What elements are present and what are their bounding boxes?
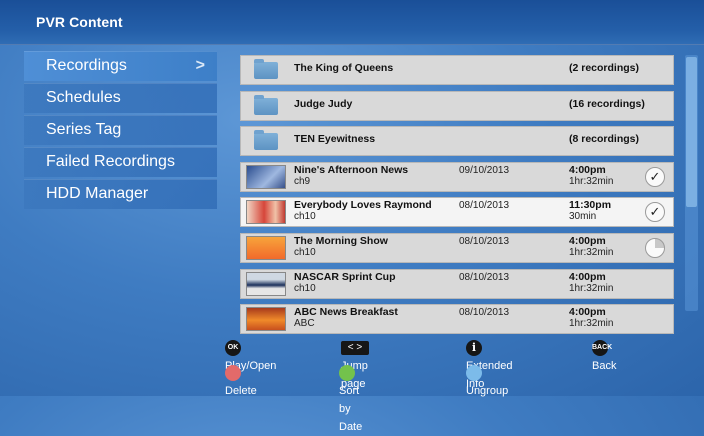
- legend-ungroup[interactable]: Ungroup: [466, 364, 508, 397]
- menu-item-label: HDD Manager: [46, 185, 149, 202]
- recording-row[interactable]: Everybody Loves Raymond ch10 08/10/2013 …: [240, 197, 674, 228]
- title-bar: PVR Content: [0, 0, 704, 45]
- partial-watched-icon: [645, 237, 665, 258]
- legend-sort-by-date[interactable]: Sort by Date: [339, 364, 363, 433]
- folder-row[interactable]: Judge Judy (16 recordings): [240, 90, 674, 121]
- menu-item-schedules[interactable]: Schedules: [24, 83, 217, 113]
- legend-extended-info[interactable]: iExtended Info: [466, 339, 512, 390]
- row-title: NASCAR Sprint Cup: [294, 270, 396, 283]
- folder-icon: [254, 59, 278, 79]
- recording-row[interactable]: NASCAR Sprint Cup ch10 08/10/2013 4:00pm…: [240, 268, 674, 299]
- jump-arrows-icon: < >: [341, 341, 369, 356]
- legend-delete[interactable]: Delete: [225, 364, 257, 397]
- recording-date: 08/10/2013: [459, 307, 510, 319]
- thumbnail-image: [246, 307, 286, 332]
- sidebar-menu: Recordings > Schedules Series Tag Failed…: [24, 51, 217, 211]
- info-icon: i: [466, 340, 482, 357]
- recording-time: 4:00pm: [569, 270, 606, 283]
- recording-duration: 1hr:32min: [569, 175, 614, 187]
- red-button-icon: [225, 365, 241, 382]
- legend-label: Delete: [225, 385, 257, 397]
- legend-label: Ungroup: [466, 385, 509, 397]
- recording-duration: 1hr:32min: [569, 246, 614, 258]
- recording-count: (16 recordings): [569, 97, 645, 110]
- row-title: Nine's Afternoon News: [294, 163, 409, 176]
- menu-item-label: Recordings: [46, 57, 127, 74]
- recording-count: (8 recordings): [569, 133, 640, 146]
- row-title: The Morning Show: [294, 234, 388, 247]
- recording-duration: 1hr:32min: [569, 318, 614, 330]
- menu-item-label: Failed Recordings: [46, 153, 175, 170]
- legend-jump-page[interactable]: < >Jump page: [341, 339, 377, 390]
- legend-label: Back: [592, 360, 617, 372]
- recording-date: 08/10/2013: [459, 271, 510, 283]
- chevron-right-icon: >: [195, 57, 205, 74]
- recording-duration: 1hr:32min: [569, 282, 614, 294]
- recording-date: 08/10/2013: [459, 235, 510, 247]
- ok-button-icon: OK: [225, 340, 241, 357]
- row-title: Everybody Loves Raymond: [294, 199, 432, 212]
- legend-back[interactable]: BACK Back: [592, 339, 616, 372]
- page-title: PVR Content: [36, 14, 123, 30]
- recording-time: 4:00pm: [569, 306, 606, 319]
- legend-label: Sort by Date: [339, 385, 363, 433]
- recording-time: 11:30pm: [569, 199, 612, 212]
- folder-icon: [254, 94, 278, 115]
- recording-row[interactable]: The Morning Show ch10 08/10/2013 4:00pm …: [240, 232, 674, 263]
- channel-label: ch10: [294, 246, 316, 258]
- check-icon: ✓: [645, 166, 665, 187]
- thumbnail-image: [246, 164, 286, 189]
- channel-label: ABC: [294, 318, 315, 330]
- check-icon: ✓: [645, 202, 665, 223]
- legend-play-open[interactable]: OKPlay/Open: [225, 339, 276, 372]
- blue-button-icon: [466, 365, 482, 382]
- menu-item-series-tag[interactable]: Series Tag: [24, 115, 217, 145]
- row-title: TEN Eyewitness: [294, 133, 376, 146]
- thumbnail-image: [246, 235, 286, 260]
- channel-label: ch10: [294, 211, 316, 223]
- recording-count: (2 recordings): [569, 62, 640, 74]
- menu-item-hdd-manager[interactable]: HDD Manager: [24, 179, 217, 209]
- green-button-icon: [339, 365, 355, 382]
- thumbnail-image: [246, 271, 286, 296]
- recording-time: 4:00pm: [569, 234, 606, 247]
- folder-row[interactable]: The King of Queens (2 recordings): [240, 55, 674, 85]
- folder-icon: [254, 130, 278, 151]
- menu-item-failed-recordings[interactable]: Failed Recordings: [24, 147, 217, 177]
- recording-time: 4:00pm: [569, 163, 606, 176]
- recording-row[interactable]: Nine's Afternoon News ch9 09/10/2013 4:0…: [240, 161, 674, 192]
- row-title: Judge Judy: [294, 97, 353, 110]
- menu-item-label: Schedules: [46, 89, 121, 106]
- recording-date: 09/10/2013: [459, 164, 510, 176]
- scrollbar-thumb[interactable]: [686, 57, 697, 207]
- menu-item-label: Series Tag: [46, 121, 122, 138]
- row-title: ABC News Breakfast: [294, 306, 398, 319]
- channel-label: ch10: [294, 282, 316, 294]
- folder-row[interactable]: TEN Eyewitness (8 recordings): [240, 126, 674, 157]
- channel-label: ch9: [294, 175, 311, 187]
- back-button-icon: BACK: [592, 340, 612, 357]
- recording-date: 08/10/2013: [459, 200, 510, 212]
- row-title: The King of Queens: [294, 62, 394, 74]
- scrollbar[interactable]: [685, 55, 698, 311]
- recording-duration: 30min: [569, 211, 597, 223]
- recordings-list: The King of Queens (2 recordings) Judge …: [240, 55, 674, 340]
- menu-item-recordings[interactable]: Recordings >: [24, 51, 217, 81]
- recording-row[interactable]: ABC News Breakfast ABC 08/10/2013 4:00pm…: [240, 304, 674, 335]
- thumbnail-image: [246, 200, 286, 225]
